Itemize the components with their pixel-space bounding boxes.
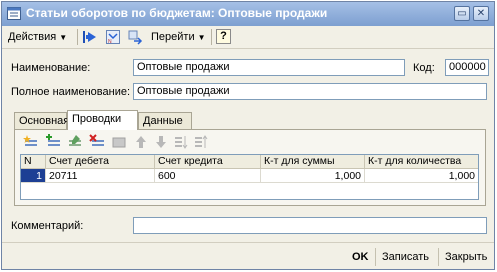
mark-deletion-icon bbox=[112, 137, 126, 148]
tab-data[interactable]: Данные bbox=[138, 112, 192, 129]
structure-icon[interactable]: N bbox=[105, 29, 121, 45]
dropdown-arrow-icon: ▼ bbox=[197, 33, 206, 42]
sort-descending-icon bbox=[195, 135, 208, 148]
comment-field[interactable] bbox=[133, 217, 487, 234]
edit-row-icon[interactable] bbox=[67, 134, 83, 150]
save-button[interactable]: Записать bbox=[382, 249, 429, 265]
toolbar-divider bbox=[211, 29, 212, 45]
postings-panel: N Счет дебета Счет кредита К-т для суммы… bbox=[14, 129, 486, 206]
window-title: Статьи оборотов по бюджетам: Оптовые про… bbox=[26, 6, 328, 20]
sum-coefficient-cell[interactable]: 1,000 bbox=[261, 169, 365, 183]
move-down-icon bbox=[156, 136, 166, 148]
column-header-sum-coefficient[interactable]: К-т для суммы bbox=[261, 155, 365, 168]
column-header-debit[interactable]: Счет дебета bbox=[46, 155, 155, 168]
close-window-button[interactable]: ✕ bbox=[473, 6, 489, 21]
credit-account-cell[interactable]: 600 bbox=[155, 169, 261, 183]
tab-main[interactable]: Основная bbox=[14, 112, 69, 129]
copy-row-icon[interactable] bbox=[45, 134, 61, 150]
goto-menu[interactable]: Перейти ▼ bbox=[151, 29, 206, 45]
close-button[interactable]: Закрыть bbox=[445, 249, 487, 265]
budget-item-window: Статьи оборотов по бюджетам: Оптовые про… bbox=[1, 1, 495, 270]
dropdown-arrow-icon: ▼ bbox=[59, 33, 68, 42]
comment-label: Комментарий: bbox=[11, 220, 84, 232]
help-button[interactable]: ? bbox=[216, 29, 231, 44]
full-name-field[interactable]: Оптовые продажи bbox=[133, 83, 487, 100]
title-bar[interactable]: Статьи оборотов по бюджетам: Оптовые про… bbox=[2, 2, 494, 26]
name-label: Наименование: bbox=[11, 62, 91, 74]
postings-table[interactable]: N Счет дебета Счет кредита К-т для суммы… bbox=[20, 154, 479, 200]
add-row-icon[interactable] bbox=[23, 134, 39, 150]
table-header: N Счет дебета Счет кредита К-т для суммы… bbox=[21, 155, 478, 169]
ok-button[interactable]: OK bbox=[352, 249, 369, 265]
actions-menu-label: Действия bbox=[8, 31, 57, 43]
restore-button[interactable]: ▭ bbox=[454, 6, 470, 21]
column-header-credit[interactable]: Счет кредита bbox=[155, 155, 261, 168]
code-field[interactable]: 000000 bbox=[445, 59, 489, 76]
move-up-icon bbox=[136, 136, 146, 148]
swap-icon[interactable] bbox=[127, 29, 143, 45]
sort-ascending-icon bbox=[175, 136, 188, 149]
column-header-n[interactable]: N bbox=[21, 155, 46, 168]
actions-menu[interactable]: Действия ▼ bbox=[8, 29, 67, 45]
full-name-label: Полное наименование: bbox=[11, 86, 131, 98]
button-bar: OK Записать Закрыть bbox=[2, 242, 494, 270]
button-divider bbox=[375, 248, 376, 266]
row-number-cell[interactable]: 1 bbox=[21, 169, 46, 183]
toolbar-divider bbox=[77, 29, 78, 45]
code-label: Код: bbox=[413, 62, 435, 74]
toolbar: Действия ▼ N Перейти ▼ ? bbox=[2, 26, 494, 49]
name-field[interactable]: Оптовые продажи bbox=[133, 59, 405, 76]
button-divider bbox=[438, 248, 439, 266]
qty-coefficient-cell[interactable]: 1,000 bbox=[365, 169, 478, 183]
table-row[interactable]: 1 20711 600 1,000 1,000 bbox=[21, 169, 478, 183]
tab-postings[interactable]: Проводки bbox=[67, 110, 138, 130]
back-arrow-icon[interactable] bbox=[82, 29, 98, 45]
debit-account-cell[interactable]: 20711 bbox=[46, 169, 155, 183]
column-header-qty-coefficient[interactable]: К-т для количества bbox=[365, 155, 478, 168]
form-icon bbox=[7, 7, 21, 20]
delete-row-icon[interactable] bbox=[89, 134, 105, 150]
goto-menu-label: Перейти bbox=[151, 31, 195, 43]
svg-text:N: N bbox=[108, 39, 112, 45]
